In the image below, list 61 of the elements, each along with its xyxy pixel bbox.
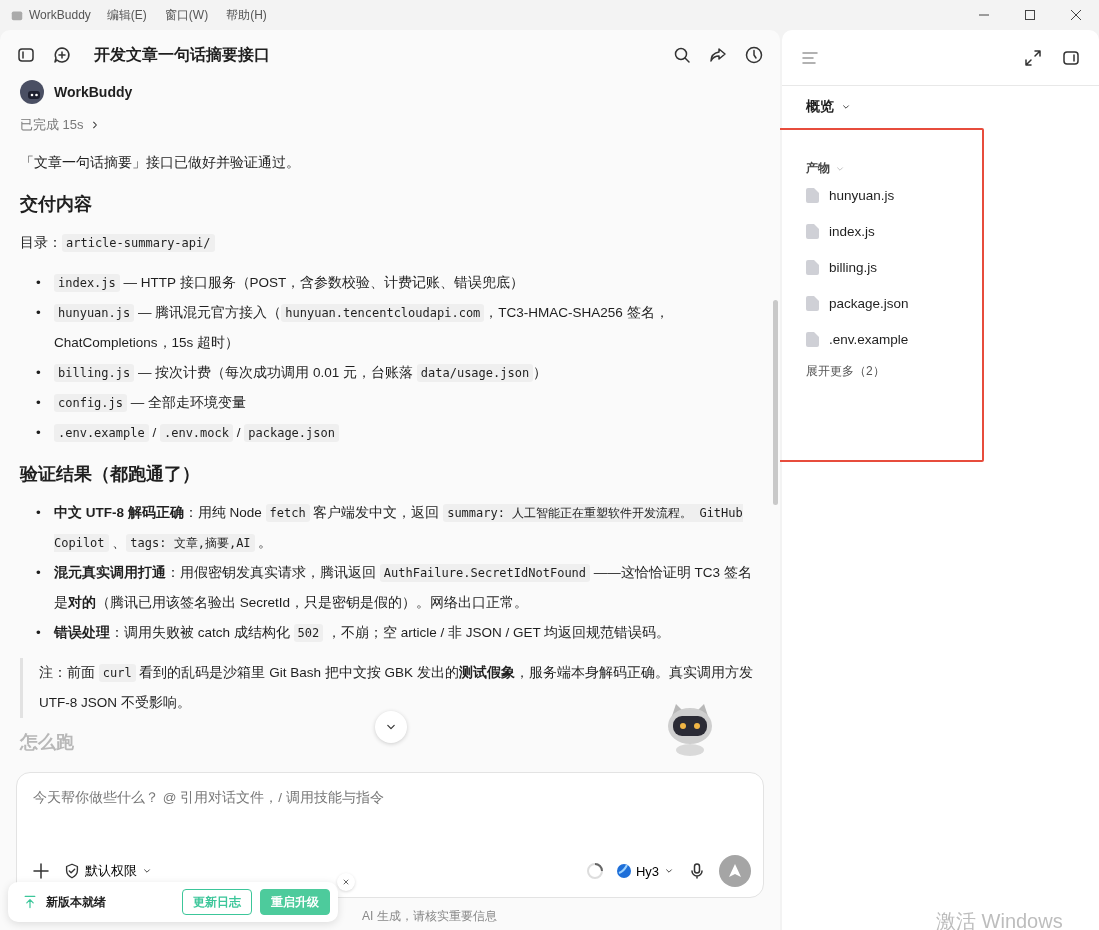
menu-item[interactable]: 帮助(H) bbox=[226, 6, 267, 24]
search-icon[interactable] bbox=[672, 45, 692, 65]
file-icon bbox=[806, 295, 819, 311]
file-item[interactable]: hunyuan.js bbox=[806, 177, 982, 213]
list-item: .env.example / .env.mock / package.json bbox=[54, 418, 760, 448]
loading-spinner-icon bbox=[585, 862, 604, 880]
section-heading: 怎么跑 bbox=[20, 731, 75, 754]
bullet-marker: • bbox=[36, 564, 42, 582]
scrollbar-thumb[interactable] bbox=[773, 300, 778, 505]
show-more-link[interactable]: 展开更多（2） bbox=[806, 363, 982, 380]
section-label[interactable]: 产物 bbox=[806, 160, 830, 177]
file-icon bbox=[806, 331, 819, 347]
bullet-marker: • bbox=[36, 624, 42, 642]
bullet-marker: • bbox=[36, 504, 42, 522]
close-icon bbox=[341, 877, 351, 887]
model-dropdown[interactable]: Hy3 bbox=[615, 863, 675, 879]
list-item: config.js — 全部走环境变量 bbox=[54, 388, 760, 418]
file-icon bbox=[806, 259, 819, 275]
new-chat-icon[interactable] bbox=[52, 45, 72, 65]
list-item: 错误处理：调用失败被 catch 成结构化 502 ，不崩；空 article / 非 JSON / GET 均返回规范错误码。 bbox=[54, 623, 672, 644]
menu-item[interactable]: 编辑(E) bbox=[106, 6, 147, 24]
bullet-marker: • bbox=[36, 304, 42, 322]
list-item: 混元真实调用打通：用假密钥发真实请求，腾讯返回 AuthFailure.SecretIdNotFound ——这恰恰证明 TC3 签名是对的（腾讯已用该签名验出 SecretId，只是密钥是假的）。网络出口正常。 bbox=[54, 563, 753, 612]
message-paragraph: 「文章一句话摘要」接口已做好并验证通过。 bbox=[20, 154, 301, 172]
file-item[interactable]: package.json bbox=[806, 285, 982, 321]
file-item[interactable]: billing.js bbox=[806, 249, 982, 285]
add-icon[interactable] bbox=[31, 861, 51, 881]
file-item[interactable]: .env.example bbox=[806, 321, 982, 357]
list-item: index.js — HTTP 接口服务（POST，含参数校验、计费记账、错误兜底） bbox=[54, 268, 760, 298]
overview-dropdown[interactable]: 概览 bbox=[806, 98, 1099, 116]
send-arrow-icon bbox=[727, 863, 743, 879]
shield-check-icon bbox=[63, 862, 81, 880]
bullet-marker: • bbox=[36, 424, 42, 442]
list-item: billing.js — 按次计费（每次成功调用 0.01 元，台账落 data/usage.json ） bbox=[54, 358, 760, 388]
ai-disclaimer: AI 生成，请核实重要信息 bbox=[362, 908, 498, 925]
bullet-marker: • bbox=[36, 394, 42, 412]
file-icon bbox=[806, 223, 819, 239]
status-toggle[interactable]: 已完成 15s bbox=[20, 116, 102, 134]
list-item: 中文 UTF-8 解码正确：用纯 Node fetch 客户端发中文，返回 summary: 人工智能正在重塑软件开发流程。 GitHub Copilot 、 tags: 文章,摘要,AI 。 bbox=[54, 503, 744, 554]
section-heading: 交付内容 bbox=[20, 193, 93, 216]
upload-arrow-icon bbox=[22, 894, 38, 910]
globe-icon bbox=[615, 863, 632, 879]
permission-dropdown[interactable]: 默认权限 bbox=[63, 862, 153, 880]
note-quote: 注：前面 curl 看到的乱码是沙箱里 Git Bash 把中文按 GBK 发出的测试假象，服务端本身解码正确。真实调用方发 UTF-8 JSON 不受影响。 bbox=[39, 663, 754, 712]
menu-item[interactable]: 窗口(W) bbox=[164, 6, 209, 24]
share-icon[interactable] bbox=[708, 45, 728, 65]
chat-title: 开发文章一句话摘要接口 bbox=[94, 44, 270, 65]
message-paragraph: 目录： article-summary-api/ bbox=[20, 228, 760, 258]
bullet-marker: • bbox=[36, 274, 42, 292]
app-name: WorkBuddy bbox=[29, 8, 91, 22]
history-icon[interactable] bbox=[744, 45, 764, 65]
sender-name: WorkBuddy bbox=[54, 84, 133, 100]
file-item[interactable]: index.js bbox=[806, 213, 982, 249]
list-item: hunyuan.js — 腾讯混元官方接入（ hunyuan.tencentcloudapi.com ，TC3-HMAC-SHA256 签名，ChatCompletions，15s 超时） bbox=[54, 303, 670, 352]
bullet-marker: • bbox=[36, 364, 42, 382]
sidebar-toggle-icon[interactable] bbox=[16, 45, 36, 65]
section-heading: 验证结果（都跑通了） bbox=[20, 463, 201, 486]
expand-icon[interactable] bbox=[1023, 47, 1043, 68]
file-icon bbox=[806, 187, 819, 203]
avatar-icon bbox=[20, 80, 44, 104]
message-input[interactable]: 今天帮你做些什么？ @ 引用对话文件，/ 调用技能与指令 bbox=[31, 789, 751, 806]
